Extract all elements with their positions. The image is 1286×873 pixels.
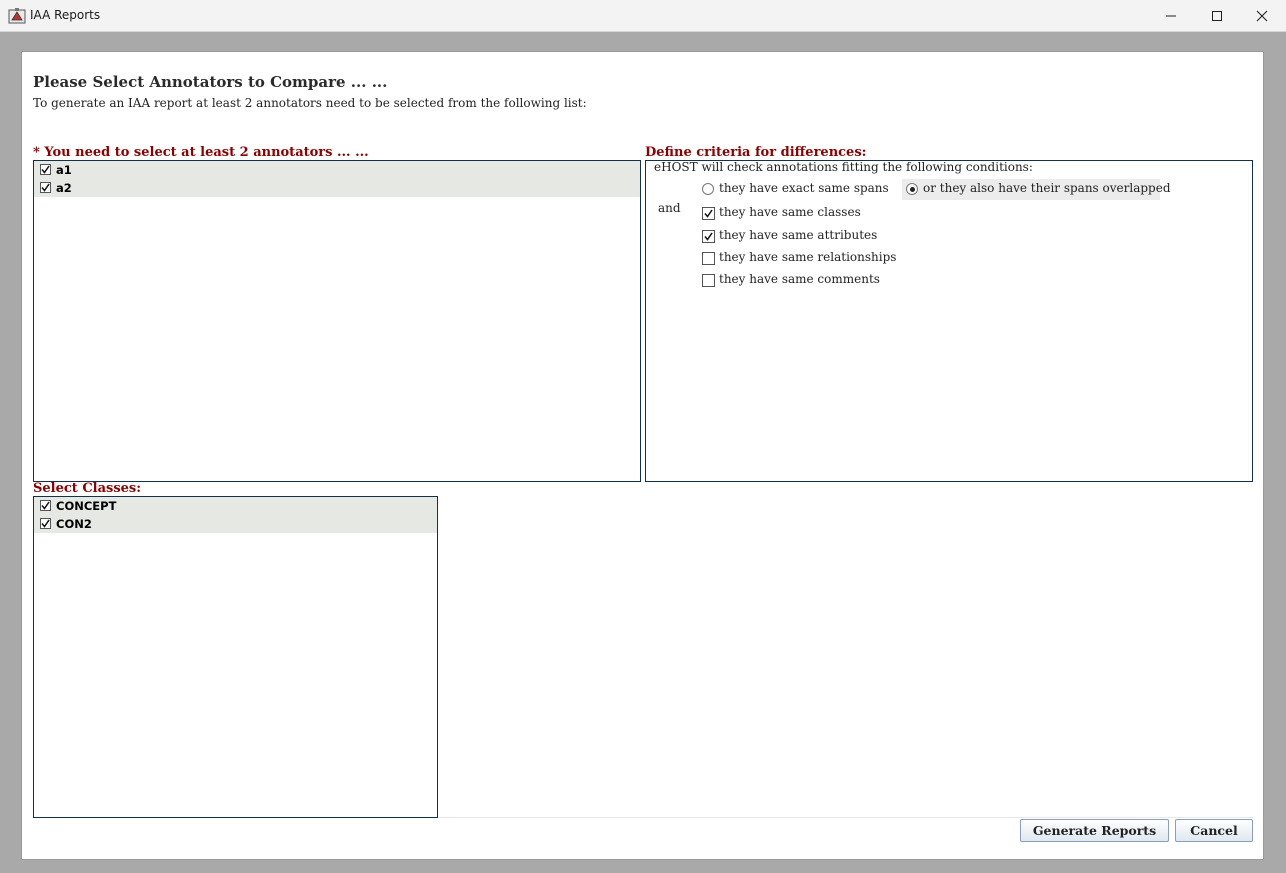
app-icon [8, 7, 26, 25]
annotators-label: * You need to select at least 2 annotato… [33, 145, 369, 160]
minimize-icon [1165, 10, 1177, 22]
class-item-concept[interactable]: CONCEPT [34, 497, 437, 515]
same-attributes-label[interactable]: they have same attributes [719, 228, 877, 242]
page-subtitle: To generate an IAA report at least 2 ann… [33, 96, 587, 110]
criteria-label: Define criteria for differences: [645, 145, 867, 160]
same-classes-label[interactable]: they have same classes [719, 205, 861, 219]
same-relationships-checkbox[interactable] [702, 252, 715, 265]
close-button[interactable] [1239, 0, 1285, 31]
maximize-icon [1211, 10, 1223, 22]
annotator-item-a1[interactable]: a1 [34, 161, 640, 179]
class-checkbox[interactable] [40, 500, 51, 511]
annotator-label: a2 [56, 181, 72, 195]
annotator-label: a1 [56, 163, 72, 177]
window-title: IAA Reports [30, 8, 101, 22]
class-checkbox[interactable] [40, 518, 51, 529]
cancel-button[interactable]: Cancel [1175, 819, 1253, 842]
exact-spans-label[interactable]: they have exact same spans [719, 181, 889, 195]
class-label: CON2 [56, 517, 92, 531]
title-bar: IAA Reports [0, 0, 1286, 32]
maximize-button[interactable] [1194, 0, 1240, 31]
criteria-intro: eHOST will check annotations fitting the… [654, 160, 1033, 174]
classes-list[interactable]: CONCEPT CON2 [33, 496, 438, 818]
minimize-button[interactable] [1148, 0, 1194, 31]
overlap-spans-label[interactable]: or they also have their spans overlapped [923, 181, 1171, 195]
overlap-spans-radio[interactable] [906, 183, 918, 195]
and-label: and [658, 201, 681, 215]
exact-spans-radio[interactable] [702, 183, 714, 195]
annotators-list[interactable]: a1 a2 [33, 160, 641, 482]
classes-label: Select Classes: [33, 481, 142, 496]
same-attributes-checkbox[interactable] [702, 230, 715, 243]
footer-divider [438, 817, 1253, 818]
generate-reports-button[interactable]: Generate Reports [1020, 819, 1169, 842]
same-comments-checkbox[interactable] [702, 274, 715, 287]
class-item-con2[interactable]: CON2 [34, 515, 437, 533]
same-comments-label[interactable]: they have same comments [719, 272, 880, 286]
same-relationships-label[interactable]: they have same relationships [719, 250, 896, 264]
page-title: Please Select Annotators to Compare ... … [33, 73, 388, 91]
close-icon [1256, 10, 1268, 22]
class-label: CONCEPT [56, 499, 117, 513]
annotator-item-a2[interactable]: a2 [34, 179, 640, 197]
same-classes-checkbox[interactable] [702, 207, 715, 220]
annotator-checkbox[interactable] [40, 164, 51, 175]
annotator-checkbox[interactable] [40, 182, 51, 193]
